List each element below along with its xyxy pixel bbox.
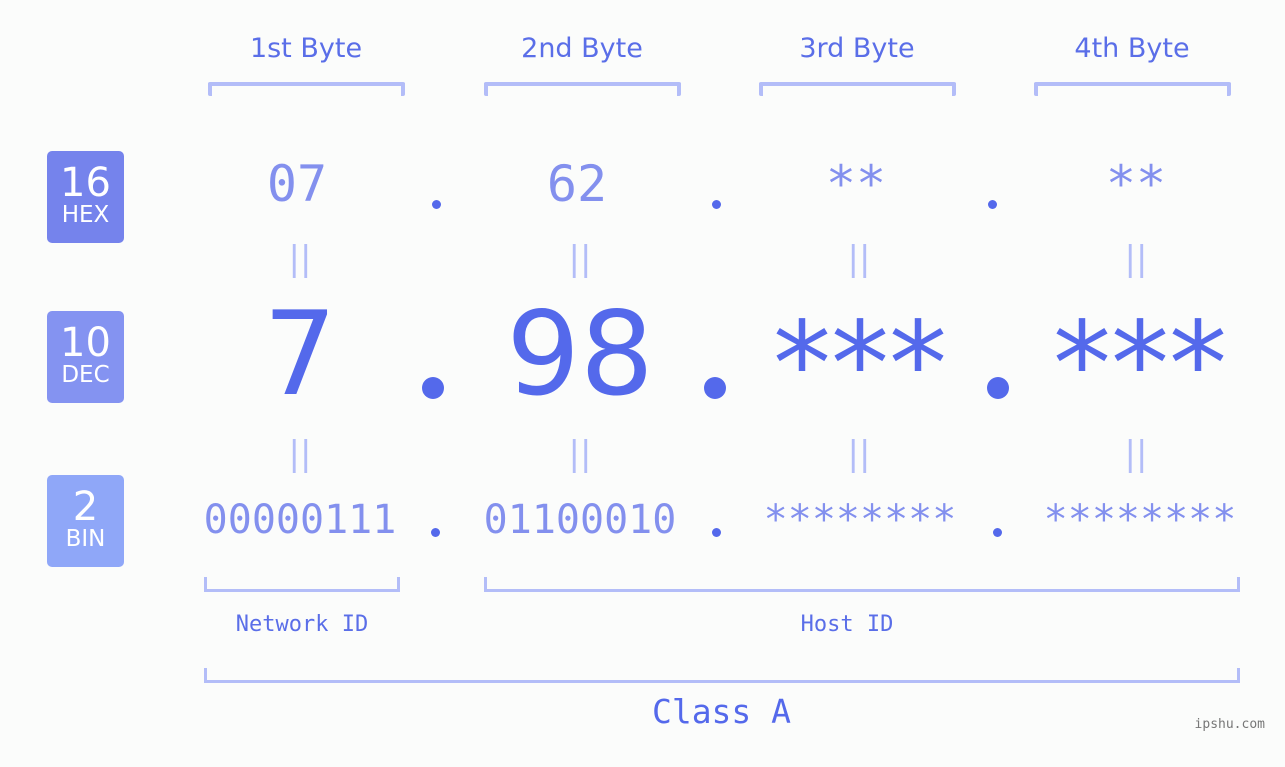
hex-value-3: ** [825,155,887,213]
hex-separator-dot [432,200,441,209]
hex-value-2: 62 [546,155,608,213]
dec-value-3: *** [773,297,947,432]
bin-badge-base: 2 [72,484,99,530]
byte-header-1: 1st Byte [249,33,363,64]
dec-separator-dot [704,377,726,399]
equals-sign: || [1124,239,1148,279]
bin-badge: 2 BIN [47,475,124,567]
byte-header-2: 2nd Byte [521,33,643,64]
dec-badge-base: 10 [60,320,111,366]
bin-value-3: ******** [763,497,957,543]
hex-value-1: 07 [266,155,328,213]
hex-badge-label: HEX [61,202,110,228]
bin-separator-dot [993,528,1002,537]
equals-sign: || [288,434,312,474]
bin-separator-dot [712,528,721,537]
network-id-bracket [204,577,400,592]
hex-separator-dot [988,200,997,209]
byte-header-3: 3rd Byte [799,33,915,64]
dec-badge-label: DEC [61,362,110,388]
equals-sign: || [847,434,871,474]
dec-separator-dot [987,377,1009,399]
bin-value-2: 01100010 [483,497,677,543]
bin-badge-label: BIN [65,526,106,552]
bin-separator-dot [431,528,440,537]
equals-sign: || [847,239,871,279]
network-id-label: Network ID [235,612,369,637]
dec-separator-dot [422,377,444,399]
hex-badge-base: 16 [60,160,111,206]
equals-sign: || [1124,434,1148,474]
dec-value-1: 7 [263,287,337,422]
dec-badge: 10 DEC [47,311,124,403]
hex-value-4: ** [1105,155,1167,213]
watermark: ipshu.com [1194,717,1265,732]
hex-separator-dot [712,200,721,209]
bin-value-1: 00000111 [203,497,397,543]
hex-badge: 16 HEX [47,151,124,243]
host-id-label: Host ID [800,612,894,637]
equals-sign: || [288,239,312,279]
class-label: Class A [651,692,792,731]
byte-bracket-4 [1034,82,1231,96]
equals-sign: || [568,239,592,279]
bin-value-4: ******** [1043,497,1237,543]
class-bracket [204,668,1240,683]
host-id-bracket [484,577,1240,592]
byte-bracket-1 [208,82,405,96]
byte-bracket-2 [484,82,681,96]
dec-value-4: *** [1053,297,1227,432]
byte-header-4: 4th Byte [1074,33,1190,64]
dec-value-2: 98 [506,287,654,422]
equals-sign: || [568,434,592,474]
byte-bracket-3 [759,82,956,96]
